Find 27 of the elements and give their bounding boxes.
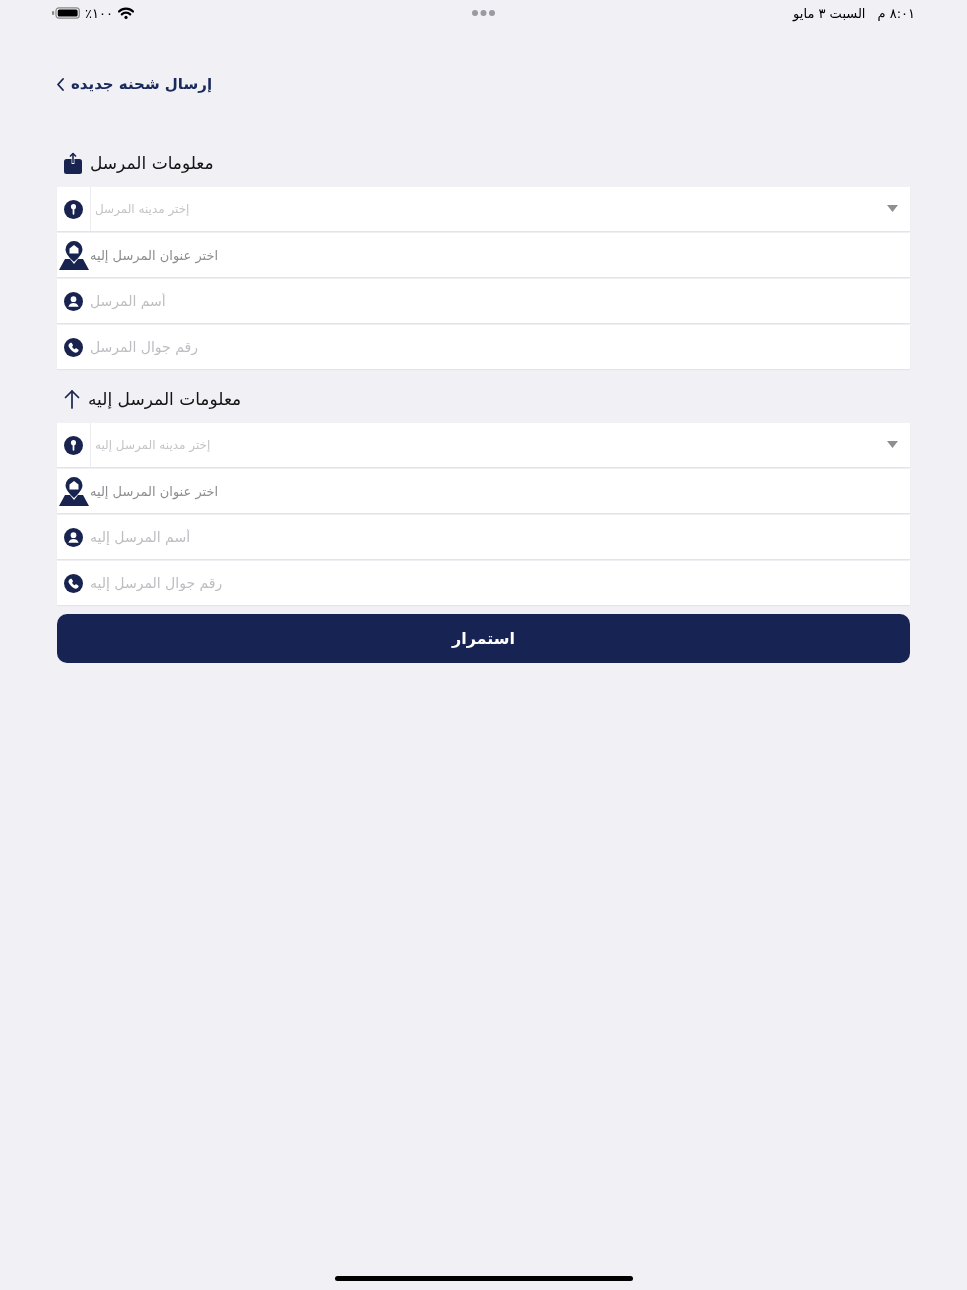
home-pin-icon	[58, 476, 89, 506]
phone-icon	[64, 573, 83, 593]
chevron-icon	[57, 77, 64, 91]
city-dropdown[interactable]: إختر مدينه المرسل	[57, 187, 910, 231]
more-dots-icon[interactable]	[472, 10, 495, 16]
battery-percentage: ١٠٠٪	[85, 5, 113, 21]
continue-button[interactable]: استمرار	[57, 614, 910, 663]
phone-icon	[64, 337, 83, 357]
user-icon	[64, 527, 83, 547]
up-arrow-icon	[64, 389, 80, 409]
section-title: معلومات المرسل إليه	[88, 389, 242, 409]
keyhole-icon	[64, 435, 83, 455]
upload-icon	[64, 152, 82, 174]
phone-input-field[interactable]: رقم جوال المرسل	[57, 325, 910, 369]
battery-icon	[52, 7, 80, 19]
back-button[interactable]: إرسال شحنه جديده	[57, 75, 213, 93]
keyhole-icon	[64, 199, 83, 219]
clock-time: ٨:٠١ م	[877, 5, 915, 21]
phone-input-field[interactable]: رقم جوال المرسل إليه	[57, 561, 910, 605]
date-text: السبت ٣ مايو	[793, 5, 866, 21]
home-pin-icon	[58, 240, 89, 270]
user-icon	[64, 291, 83, 311]
wifi-icon	[117, 7, 134, 19]
caret-icon	[887, 441, 898, 448]
section-title: معلومات المرسل	[90, 153, 214, 173]
city-dropdown[interactable]: إختر مدينه المرسل إليه	[57, 423, 910, 467]
caret-icon	[887, 205, 898, 212]
